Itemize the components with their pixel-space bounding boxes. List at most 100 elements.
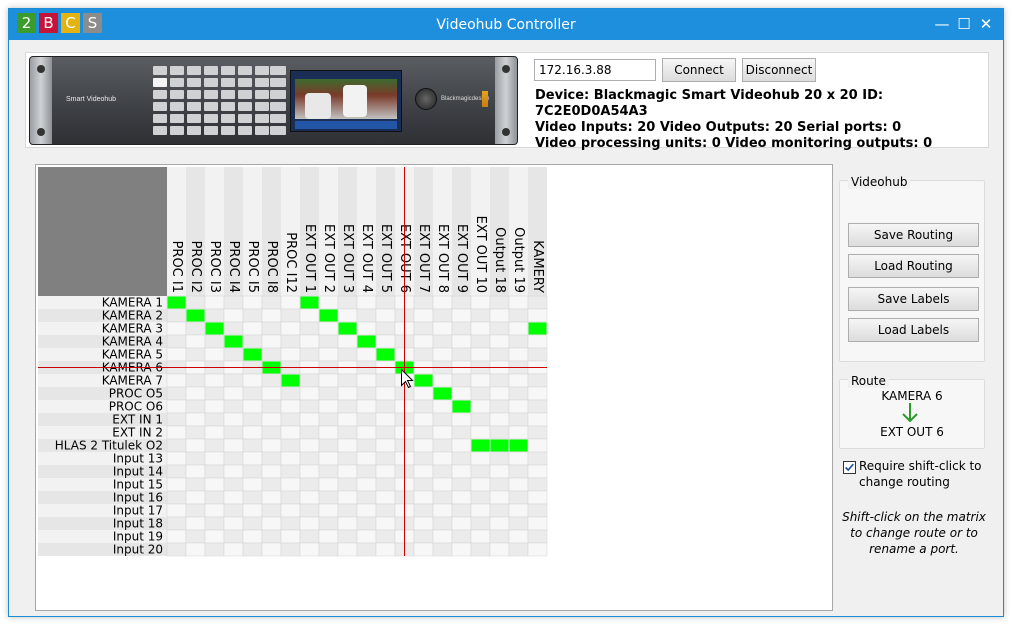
matrix-cell[interactable] — [223, 425, 244, 440]
matrix-cell[interactable] — [527, 334, 548, 349]
matrix-cell[interactable] — [185, 503, 206, 518]
matrix-cell[interactable] — [204, 529, 225, 544]
matrix-cell[interactable] — [299, 347, 320, 362]
matrix-cell[interactable] — [451, 412, 472, 427]
matrix-cell[interactable] — [527, 386, 548, 401]
matrix-cell[interactable] — [508, 477, 529, 492]
matrix-cell[interactable] — [261, 542, 282, 557]
require-shift-label[interactable]: Require shift-click to change routing — [859, 458, 989, 490]
matrix-cell[interactable] — [375, 529, 396, 544]
matrix-cell[interactable] — [337, 399, 358, 414]
matrix-cell[interactable] — [204, 503, 225, 518]
matrix-cell[interactable] — [413, 399, 434, 414]
matrix-cell[interactable] — [337, 529, 358, 544]
matrix-cell[interactable] — [261, 334, 282, 349]
matrix-cell[interactable] — [337, 503, 358, 518]
matrix-cell[interactable] — [261, 373, 282, 388]
matrix-cell[interactable] — [432, 451, 453, 466]
matrix-cell[interactable] — [223, 399, 244, 414]
matrix-cell[interactable] — [204, 412, 225, 427]
matrix-cell[interactable] — [223, 386, 244, 401]
matrix-cell[interactable] — [413, 464, 434, 479]
matrix-cell[interactable] — [413, 386, 434, 401]
matrix-cell[interactable] — [508, 399, 529, 414]
matrix-cell[interactable] — [432, 308, 453, 323]
matrix-cell[interactable] — [508, 503, 529, 518]
matrix-cell[interactable] — [223, 464, 244, 479]
matrix-cell[interactable] — [508, 451, 529, 466]
matrix-cell[interactable] — [337, 425, 358, 440]
matrix-cell[interactable] — [432, 542, 453, 557]
matrix-cell[interactable] — [527, 490, 548, 505]
matrix-cell[interactable] — [527, 425, 548, 440]
matrix-cell[interactable] — [432, 373, 453, 388]
matrix-cell[interactable] — [356, 516, 377, 531]
matrix-cell[interactable] — [166, 438, 187, 453]
matrix-cell[interactable] — [318, 412, 339, 427]
route-crosspoint[interactable] — [414, 374, 433, 387]
matrix-cell[interactable] — [470, 373, 491, 388]
matrix-cell[interactable] — [204, 386, 225, 401]
matrix-cell[interactable] — [185, 542, 206, 557]
matrix-cell[interactable] — [527, 399, 548, 414]
matrix-cell[interactable] — [223, 477, 244, 492]
matrix-cell[interactable] — [204, 477, 225, 492]
matrix-cell[interactable] — [242, 334, 263, 349]
matrix-cell[interactable] — [166, 529, 187, 544]
matrix-cell[interactable] — [261, 464, 282, 479]
matrix-cell[interactable] — [204, 399, 225, 414]
matrix-cell[interactable] — [413, 503, 434, 518]
matrix-cell[interactable] — [242, 490, 263, 505]
matrix-cell[interactable] — [527, 451, 548, 466]
matrix-cell[interactable] — [185, 373, 206, 388]
matrix-cell[interactable] — [470, 334, 491, 349]
matrix-cell[interactable] — [223, 321, 244, 336]
matrix-cell[interactable] — [280, 516, 301, 531]
matrix-cell[interactable] — [356, 386, 377, 401]
matrix-cell[interactable] — [261, 438, 282, 453]
matrix-cell[interactable] — [451, 503, 472, 518]
matrix-cell[interactable] — [280, 490, 301, 505]
matrix-cell[interactable] — [375, 542, 396, 557]
matrix-cell[interactable] — [204, 542, 225, 557]
matrix-cell[interactable] — [508, 347, 529, 362]
matrix-cell[interactable] — [489, 542, 510, 557]
matrix-cell[interactable] — [242, 464, 263, 479]
matrix-cell[interactable] — [470, 477, 491, 492]
matrix-cell[interactable] — [432, 334, 453, 349]
matrix-cell[interactable] — [223, 529, 244, 544]
matrix-cell[interactable] — [261, 477, 282, 492]
matrix-cell[interactable] — [204, 308, 225, 323]
matrix-cell[interactable] — [451, 516, 472, 531]
matrix-cell[interactable] — [432, 516, 453, 531]
matrix-cell[interactable] — [318, 477, 339, 492]
matrix-cell[interactable] — [508, 412, 529, 427]
matrix-cell[interactable] — [242, 412, 263, 427]
matrix-cell[interactable] — [489, 464, 510, 479]
matrix-cell[interactable] — [451, 373, 472, 388]
matrix-cell[interactable] — [413, 295, 434, 310]
matrix-cell[interactable] — [318, 542, 339, 557]
matrix-cell[interactable] — [280, 438, 301, 453]
matrix-cell[interactable] — [470, 321, 491, 336]
matrix-cell[interactable] — [204, 295, 225, 310]
matrix-cell[interactable] — [432, 399, 453, 414]
matrix-cell[interactable] — [413, 477, 434, 492]
matrix-cell[interactable] — [337, 451, 358, 466]
matrix-cell[interactable] — [489, 386, 510, 401]
matrix-cell[interactable] — [242, 451, 263, 466]
matrix-cell[interactable] — [451, 451, 472, 466]
matrix-cell[interactable] — [166, 477, 187, 492]
matrix-cell[interactable] — [261, 490, 282, 505]
matrix-cell[interactable] — [527, 347, 548, 362]
matrix-cell[interactable] — [356, 347, 377, 362]
matrix-cell[interactable] — [470, 542, 491, 557]
matrix-cell[interactable] — [337, 464, 358, 479]
route-crosspoint[interactable] — [452, 400, 471, 413]
matrix-cell[interactable] — [337, 438, 358, 453]
matrix-cell[interactable] — [527, 295, 548, 310]
matrix-cell[interactable] — [413, 516, 434, 531]
matrix-cell[interactable] — [299, 542, 320, 557]
matrix-cell[interactable] — [375, 373, 396, 388]
require-shift-option[interactable]: Require shift-click to change routing — [843, 458, 989, 490]
